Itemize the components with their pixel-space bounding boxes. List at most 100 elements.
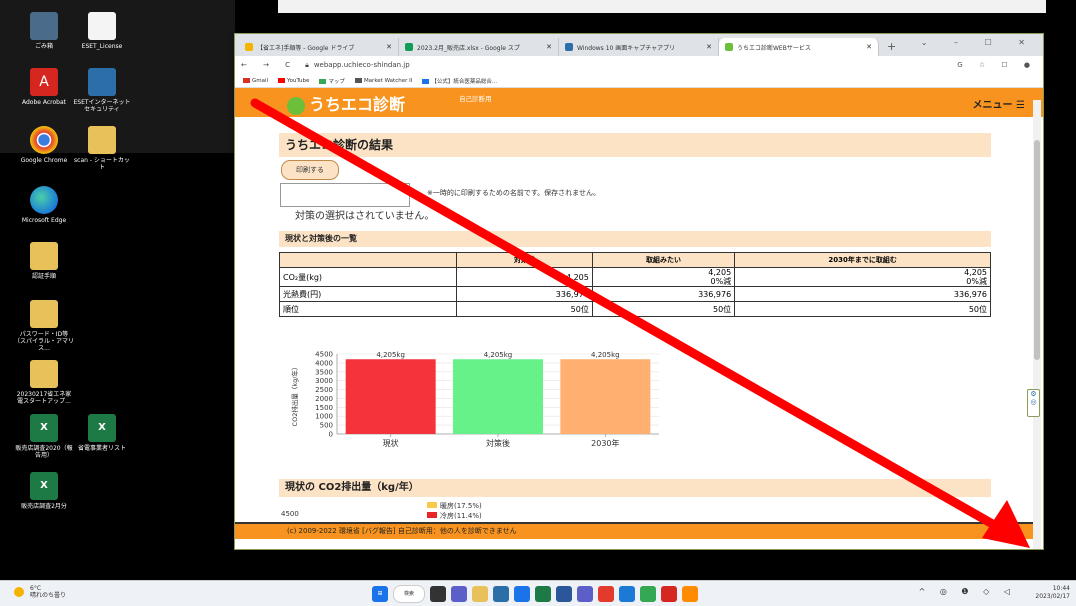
bookmark-gmail[interactable]: Gmail xyxy=(243,77,268,84)
desktop-icon-excel-survey[interactable]: X 販売店調査2020（報告用） xyxy=(14,414,74,459)
weather-widget[interactable]: 6°C 晴れのち曇り xyxy=(30,585,66,599)
nav-buttons[interactable]: ← → C xyxy=(241,61,297,69)
bar-data-label: 4,205kg xyxy=(591,351,620,359)
teams-icon[interactable] xyxy=(577,586,593,602)
desktop-icon-acrobat[interactable]: A Adobe Acrobat xyxy=(14,68,74,106)
tab-sheets[interactable]: 2023.2月_販売店.xlsx - Google スプ ✕ xyxy=(399,38,559,56)
desktop-icon-folder-auth[interactable]: 認証手順 xyxy=(14,242,74,280)
cell-want: 4,205 0%減 xyxy=(591,267,736,287)
task-view-icon[interactable] xyxy=(430,586,446,602)
folder-icon xyxy=(30,242,58,270)
legend-item: 暖房(17.5%) xyxy=(427,501,482,511)
market-icon xyxy=(354,77,362,83)
word-icon[interactable] xyxy=(556,586,572,602)
close-icon[interactable]: ✕ xyxy=(546,43,552,51)
bookmark-youtube[interactable]: YouTube xyxy=(278,77,309,84)
desktop-icon-eset[interactable]: ESETインターネットセキュリティ xyxy=(72,68,132,113)
close-icon[interactable]: ✕ xyxy=(866,43,872,51)
bookmark-market-watcher[interactable]: Market Watcher II xyxy=(354,77,412,84)
windows-icon xyxy=(565,43,573,51)
print-note: ※一時的に印刷するための名前です。保存されません。 xyxy=(427,189,600,197)
side-widget[interactable]: ⚙ ◎ xyxy=(1027,389,1040,417)
photos-icon[interactable] xyxy=(640,586,656,602)
address-bar: ← → C 🔒︎ webapp.uchieco-shindan.jp G ☆ ☐… xyxy=(235,56,1043,74)
site-header: うちエコ診断 自己診断用 メニュー ☰ xyxy=(235,88,1043,117)
youtube-icon xyxy=(278,77,286,83)
desktop-icon-excel-list[interactable]: X 省電事業者リスト xyxy=(72,414,132,452)
cell-before: 50位 xyxy=(456,301,593,317)
tab-uchieco[interactable]: うちエコ診断WEBサービス ✕ xyxy=(719,38,879,56)
print-name-input[interactable] xyxy=(280,183,410,207)
close-icon[interactable]: ✕ xyxy=(386,43,392,51)
desktop-icon-chrome[interactable]: Google Chrome xyxy=(14,126,74,164)
desktop-icon-excel-feb[interactable]: X 販売店調査2月分 xyxy=(14,472,74,510)
system-tray[interactable]: ^ ◎ ❶ ◇ ◁ xyxy=(919,587,1016,596)
mail-icon[interactable] xyxy=(514,586,530,602)
edge-icon xyxy=(30,186,58,214)
bookmark-maps[interactable]: マップ xyxy=(319,77,345,85)
clock[interactable]: 10:44 2023/02/17 xyxy=(1035,585,1070,601)
site-subtitle: 自己診断用 xyxy=(459,95,492,103)
start-icon[interactable]: ⊞ xyxy=(372,586,388,602)
folder-icon xyxy=(30,360,58,388)
print-button[interactable]: 印刷する xyxy=(281,160,339,180)
toolbar-icons[interactable]: G ☆ ☐ ● xyxy=(957,61,1037,69)
new-tab-button[interactable]: + xyxy=(879,38,904,56)
window-controls[interactable]: ⌄ – ☐ ✕ xyxy=(921,38,1037,47)
table-row: 順位 50位 50位 50位 xyxy=(279,301,991,317)
row-label: 順位 xyxy=(279,301,457,317)
table-row: CO₂量(kg) 4,205 4,205 0%減 4,205 0%減 xyxy=(279,267,991,287)
desktop-icon-eset-license[interactable]: ESET_License xyxy=(72,12,132,50)
store-icon[interactable] xyxy=(493,586,509,602)
page-content: うちエコ診断の結果 印刷する ※一時的に印刷するための名前です。保存されません。… xyxy=(235,131,1033,523)
x-tick-label: 対策後 xyxy=(486,438,510,448)
pie-legend: 暖房(17.5%) 冷房(11.4%) xyxy=(427,501,482,521)
desktop-icon-edge[interactable]: Microsoft Edge xyxy=(14,186,74,224)
acrobat-icon[interactable] xyxy=(661,586,677,602)
y-tick-label: 3000 xyxy=(315,377,333,385)
snip-icon[interactable] xyxy=(682,586,698,602)
result-title: うちエコ診断の結果 xyxy=(279,133,991,157)
close-icon[interactable]: ✕ xyxy=(706,43,712,51)
bookmark-official[interactable]: 【公式】統合医薬品総合... xyxy=(422,77,497,85)
explorer-icon[interactable] xyxy=(472,586,488,602)
browser-window: 【省エネ]手順等 - Google ドライブ ✕ 2023.2月_販売店.xlsx… xyxy=(234,33,1044,550)
scroll-thumb[interactable] xyxy=(1034,140,1040,360)
y-tick-label: 0 xyxy=(329,431,333,439)
desktop-icon-folder-startup[interactable]: 20230217省エネ家電スタートアップ... xyxy=(14,360,74,405)
bookmarks-bar: Gmail YouTube マップ Market Watcher II 【公式】… xyxy=(235,74,1043,88)
document-icon xyxy=(88,12,116,40)
excel-icon: X xyxy=(30,414,58,442)
page-scrollbar[interactable] xyxy=(1033,100,1041,549)
tab-windows-capture[interactable]: Windows 10 画面キャプチャアプリ ✕ xyxy=(559,38,719,56)
desktop-icon-recycle-bin[interactable]: ごみ箱 xyxy=(14,12,74,50)
chrome-icon[interactable] xyxy=(598,586,614,602)
pie-section-title: 現状の CO2排出量（kg/年） xyxy=(279,479,991,497)
menu-button[interactable]: メニュー ☰ xyxy=(973,96,1025,111)
summary-title: 現状と対策後の一覧 xyxy=(279,231,991,247)
tab-google-drive[interactable]: 【省エネ]手順等 - Google ドライブ ✕ xyxy=(239,38,399,56)
desktop-icon-scan[interactable]: scan - ショートカット xyxy=(72,126,132,171)
uchieco-icon xyxy=(725,43,733,51)
cell-before: 4,205 xyxy=(456,267,593,287)
x-tick-label: 2030年 xyxy=(591,438,619,448)
edge-icon[interactable] xyxy=(619,586,635,602)
cell-want: 336,976 xyxy=(591,286,736,302)
site-logo[interactable]: うちエコ診断 xyxy=(287,91,405,115)
bar-data-label: 4,205kg xyxy=(484,351,513,359)
maps-icon xyxy=(319,78,327,84)
cell-before: 336,976 xyxy=(456,286,593,302)
url-field[interactable]: webapp.uchieco-shindan.jp xyxy=(314,61,957,69)
bar-2 xyxy=(560,359,651,434)
desktop-icon-folder-password[interactable]: パスワード・ID等（スパイラル・アマリス... xyxy=(14,300,74,352)
table-header-row: 対策前 取組みたい 2030年までに取組む xyxy=(279,252,991,268)
taskbar-search[interactable]: 検索 xyxy=(393,585,425,603)
y-tick-label: 4000 xyxy=(315,359,333,367)
bar-data-label: 4,205kg xyxy=(376,351,405,359)
y-tick-label: 2000 xyxy=(315,395,333,403)
pie-axis-tick: 4500 xyxy=(281,510,299,518)
excel-icon: X xyxy=(88,414,116,442)
chat-icon[interactable] xyxy=(451,586,467,602)
x-tick-label: 現状 xyxy=(383,438,399,448)
excel-icon[interactable] xyxy=(535,586,551,602)
